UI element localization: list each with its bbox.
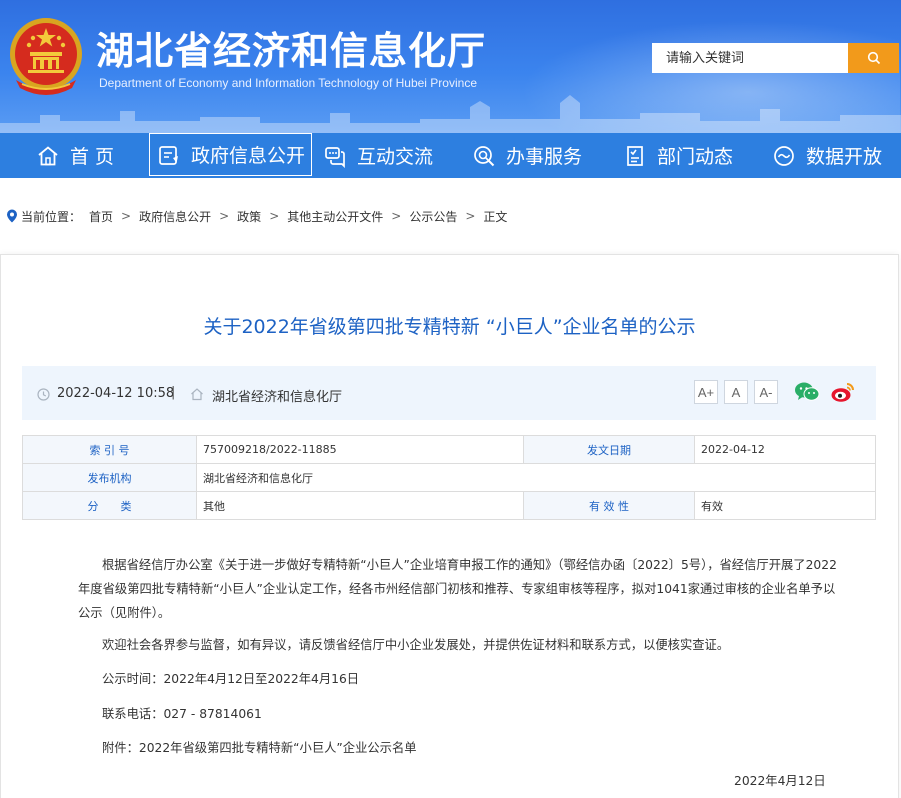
weibo-share-icon[interactable] bbox=[830, 380, 856, 404]
breadcrumb-separator: > bbox=[391, 209, 402, 223]
issue-date-label: 发文日期 bbox=[523, 435, 695, 464]
nav-item-info-disclosure[interactable]: 政府信息公开 bbox=[149, 133, 313, 176]
home-icon bbox=[38, 145, 58, 165]
body-paragraph-1: 根据省经信厅办公室《关于进一步做好专精特新“小巨人”企业培育申报工作的通知》（鄂… bbox=[78, 558, 837, 620]
signature-date: 2022年4月12日 bbox=[734, 774, 826, 788]
nav-label: 部门动态 bbox=[657, 146, 734, 168]
nav-item-home[interactable]: 首 页 bbox=[36, 133, 114, 178]
article-source: 湖北省经济和信息化厅 bbox=[212, 390, 343, 405]
nav-label: 数据开放 bbox=[806, 146, 883, 168]
breadcrumb-separator: > bbox=[465, 209, 476, 223]
category-value: 其他 bbox=[196, 491, 524, 520]
issuing-org-value: 湖北省经济和信息化厅 bbox=[196, 463, 876, 492]
validity-value: 有效 bbox=[694, 491, 876, 520]
article-meta-bar: 2022-04-12 10:58 | 湖北省经济和信息化厅 A+ A A- bbox=[22, 366, 876, 420]
nav-label: 办事服务 bbox=[506, 146, 583, 168]
location-pin-icon bbox=[7, 209, 17, 223]
table-row: 分 类 其他 有 效 性 有效 bbox=[22, 491, 876, 520]
index-number-label: 索 引 号 bbox=[22, 435, 197, 464]
category-label: 分 类 bbox=[22, 491, 197, 520]
breadcrumb-item-announcements[interactable]: 公示公告 bbox=[409, 208, 457, 225]
national-emblem-icon bbox=[10, 18, 82, 95]
font-size-decrease-button[interactable]: A- bbox=[754, 380, 778, 404]
source-icon bbox=[191, 388, 203, 401]
breadcrumb-item-home[interactable]: 首页 bbox=[89, 208, 113, 225]
breadcrumb-item-other-files[interactable]: 其他主动公开文件 bbox=[287, 208, 383, 225]
document-info-table: 索 引 号 757009218/2022-11885 发文日期 2022-04-… bbox=[22, 435, 876, 520]
breadcrumb-separator: > bbox=[121, 209, 132, 223]
search-icon bbox=[867, 51, 880, 65]
nav-label: 政府信息公开 bbox=[191, 145, 306, 167]
validity-label: 有 效 性 bbox=[523, 491, 695, 520]
public-notice-period: 公示时间：2022年4月12日至2022年4月16日 bbox=[102, 672, 360, 686]
site-title: 湖北省经济和信息化厅 bbox=[96, 29, 487, 73]
font-size-increase-button[interactable]: A+ bbox=[694, 380, 718, 404]
wechat-share-icon[interactable] bbox=[794, 380, 820, 404]
breadcrumb-item-policy[interactable]: 政策 bbox=[237, 208, 261, 225]
main-nav: 首 页 政府信息公开 互动交流 办事服务 部门动态 数据开放 bbox=[0, 133, 901, 178]
search-button[interactable] bbox=[848, 43, 899, 73]
nav-item-department-news[interactable]: 部门动态 bbox=[623, 133, 733, 178]
breadcrumb-prefix: 当前位置： bbox=[21, 209, 82, 224]
contact-phone: 联系电话：027 - 87814061 bbox=[102, 707, 262, 721]
nav-label: 首 页 bbox=[70, 146, 115, 168]
site-subtitle: Department of Economy and Information Te… bbox=[99, 76, 477, 90]
meta-divider: | bbox=[171, 385, 176, 400]
info-disclosure-icon bbox=[159, 145, 178, 165]
breadcrumb-separator: > bbox=[219, 209, 230, 223]
article-title: 关于2022年省级第四批专精特新 “小巨人”企业名单的公示 bbox=[203, 316, 696, 338]
issuing-org-label: 发布机构 bbox=[22, 463, 197, 492]
index-number-value: 757009218/2022-11885 bbox=[196, 435, 524, 464]
breadcrumb: 当前位置： 首页 > 政府信息公开 > 政策 > 其他主动公开文件 > 公示公告… bbox=[6, 207, 507, 225]
nav-label: 互动交流 bbox=[357, 146, 434, 168]
breadcrumb-item-info-disclosure[interactable]: 政府信息公开 bbox=[139, 208, 211, 225]
issue-date-value: 2022-04-12 bbox=[694, 435, 876, 464]
table-row: 索 引 号 757009218/2022-11885 发文日期 2022-04-… bbox=[22, 435, 876, 464]
nav-item-interaction[interactable]: 互动交流 bbox=[323, 133, 433, 178]
body-paragraph-2: 欢迎社会各界参与监督，如有异议，请反馈省经信厅中小企业发展处，并提供佐证材料和联… bbox=[102, 638, 730, 652]
publish-date: 2022-04-12 10:58 bbox=[57, 386, 175, 401]
clock-icon bbox=[37, 388, 50, 401]
search-input[interactable] bbox=[652, 43, 848, 73]
table-row: 发布机构 湖北省经济和信息化厅 bbox=[22, 463, 876, 492]
news-icon bbox=[627, 145, 643, 166]
breadcrumb-separator: > bbox=[269, 209, 280, 223]
chat-icon bbox=[325, 146, 345, 168]
data-icon bbox=[774, 145, 794, 166]
attachment-link[interactable]: 附件：2022年省级第四批专精特新“小巨人”企业公示名单 bbox=[102, 736, 862, 760]
breadcrumb-item-current: 正文 bbox=[483, 209, 508, 224]
header-banner: 湖北省经济和信息化厅 Department of Economy and Inf… bbox=[0, 0, 901, 133]
nav-item-services[interactable]: 办事服务 bbox=[472, 133, 582, 178]
nav-item-open-data[interactable]: 数据开放 bbox=[772, 133, 882, 178]
font-size-default-button[interactable]: A bbox=[724, 380, 748, 404]
city-skyline-decoration bbox=[0, 95, 901, 133]
service-search-icon bbox=[474, 145, 495, 166]
